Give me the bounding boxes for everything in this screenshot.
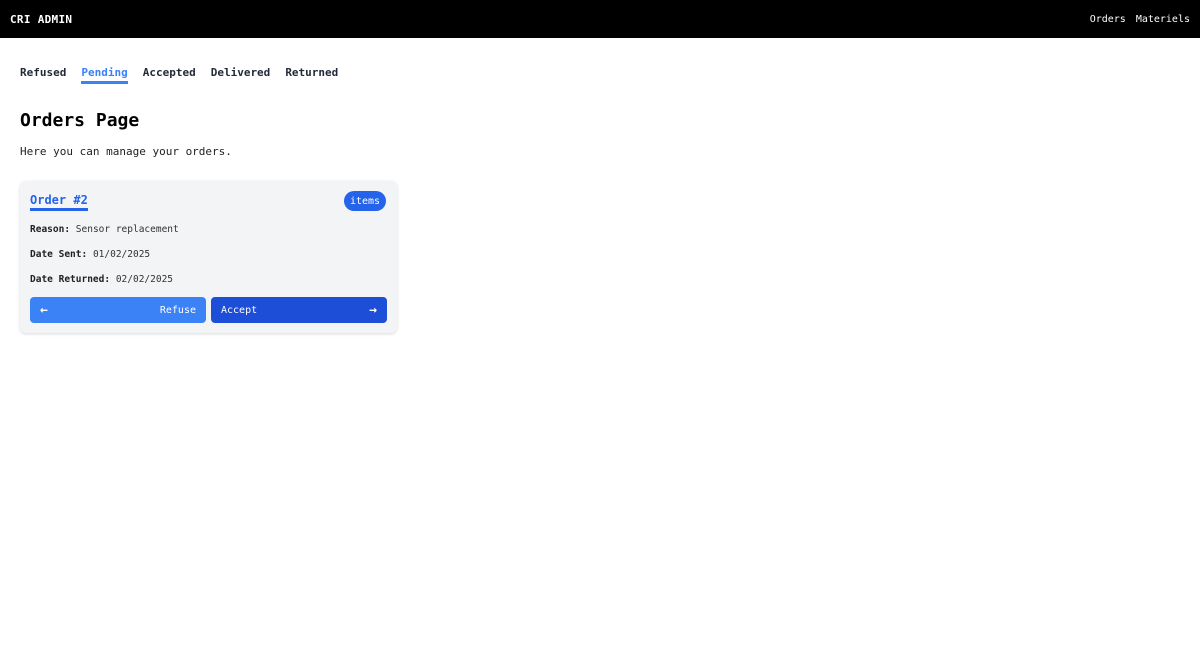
tab-pending[interactable]: Pending bbox=[81, 66, 128, 84]
arrow-left-icon: ← bbox=[40, 302, 48, 318]
accept-button-label: Accept bbox=[221, 304, 258, 316]
brand-logo[interactable]: CRI ADMIN bbox=[10, 13, 72, 26]
accept-button[interactable]: Accept → bbox=[211, 297, 387, 323]
refuse-button-label: Refuse bbox=[159, 304, 196, 316]
nav-link-materiels[interactable]: Materiels bbox=[1136, 14, 1190, 25]
reason-value: Sensor replacement bbox=[75, 224, 179, 235]
date-sent-value: 01/02/2025 bbox=[92, 249, 151, 260]
date-returned-label: Date Returned: bbox=[30, 274, 111, 285]
date-sent-field: Date Sent: 01/02/2025 bbox=[30, 249, 150, 260]
arrow-right-icon: → bbox=[369, 302, 377, 318]
items-badge[interactable]: items bbox=[344, 191, 386, 211]
tab-delivered[interactable]: Delivered bbox=[211, 66, 271, 84]
reason-field: Reason: Sensor replacement bbox=[30, 224, 179, 235]
order-title[interactable]: Order #2 bbox=[30, 193, 88, 211]
page-subtitle: Here you can manage your orders. bbox=[20, 145, 232, 158]
nav-link-orders[interactable]: Orders bbox=[1090, 14, 1126, 25]
date-returned-value: 02/02/2025 bbox=[115, 274, 174, 285]
date-sent-label: Date Sent: bbox=[30, 249, 88, 260]
tab-refused[interactable]: Refused bbox=[20, 66, 66, 84]
tab-returned[interactable]: Returned bbox=[285, 66, 338, 84]
date-returned-field: Date Returned: 02/02/2025 bbox=[30, 274, 173, 285]
nav-links: Orders Materiels bbox=[1090, 14, 1190, 25]
page-title: Orders Page bbox=[20, 110, 140, 131]
status-tabs: Refused Pending Accepted Delivered Retur… bbox=[20, 66, 338, 84]
refuse-button[interactable]: ← Refuse bbox=[30, 297, 206, 323]
order-card: Order #2 items Reason: Sensor replacemen… bbox=[20, 181, 397, 333]
top-navbar: CRI ADMIN Orders Materiels bbox=[0, 0, 1200, 38]
reason-label: Reason: bbox=[30, 224, 71, 235]
tab-accepted[interactable]: Accepted bbox=[143, 66, 196, 84]
